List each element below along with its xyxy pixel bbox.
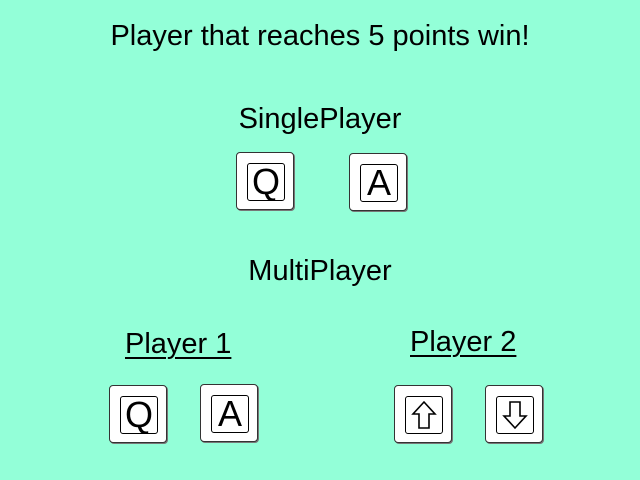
singleplayer-a-key-label: A xyxy=(360,164,398,202)
player2-arrow-down-key-icon xyxy=(485,385,543,443)
player1-a-key-icon: A xyxy=(200,384,258,442)
player1-q-key-label: Q xyxy=(120,396,158,434)
singleplayer-a-key-icon: A xyxy=(349,153,407,211)
arrow-up-icon xyxy=(405,396,443,434)
singleplayer-q-key-label: Q xyxy=(247,163,285,201)
game-instructions-title: Player that reaches 5 points win! xyxy=(110,20,530,52)
arrow-down-icon xyxy=(496,396,534,434)
singleplayer-q-key-icon: Q xyxy=(236,152,294,210)
singleplayer-heading: SinglePlayer xyxy=(238,103,402,135)
multiplayer-heading: MultiPlayer xyxy=(248,255,392,287)
player2-heading: Player 2 xyxy=(410,326,517,358)
player2-arrow-up-key-icon xyxy=(394,385,452,443)
player1-heading: Player 1 xyxy=(125,328,232,360)
player1-a-key-label: A xyxy=(211,395,249,433)
player1-q-key-icon: Q xyxy=(109,385,167,443)
